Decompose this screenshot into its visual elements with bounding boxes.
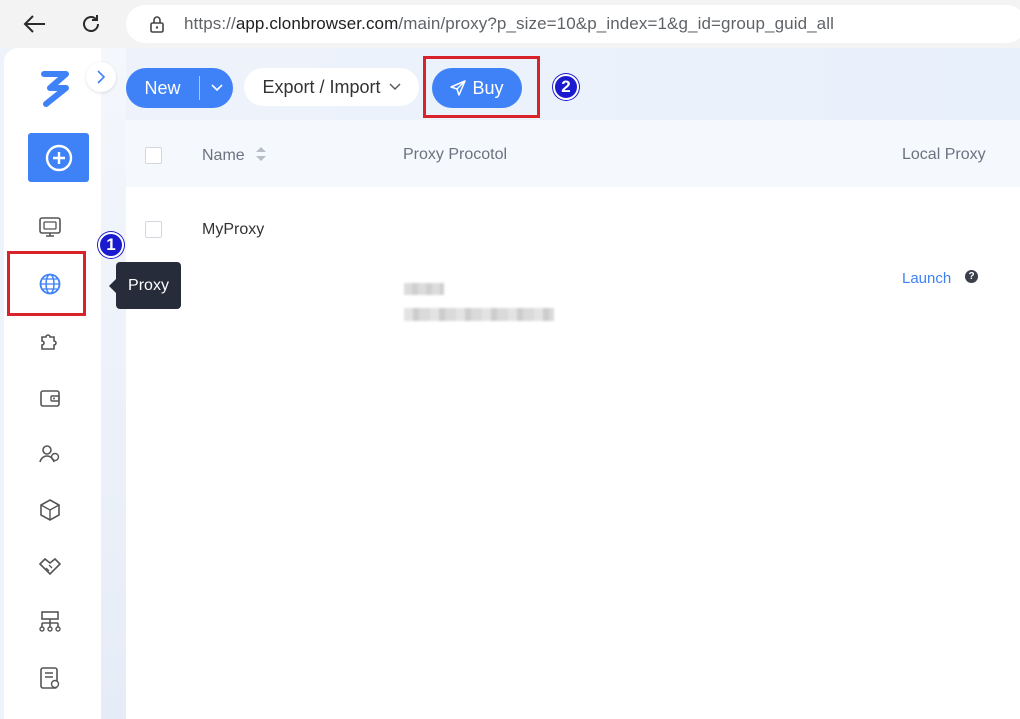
plus-circle-icon [45,144,72,171]
profiles-icon [39,217,61,237]
sidebar-gap [101,48,126,719]
buy-highlight-box [423,56,540,118]
app-area: New Export / Import Buy 2 Name Proxy Pro… [0,48,1020,719]
sidebar-item-extensions[interactable] [37,328,63,354]
launch-link[interactable]: Launch [902,270,951,287]
export-import-label: Export / Import [262,76,381,97]
new-button[interactable]: New [126,68,233,108]
row-checkbox[interactable] [145,221,162,238]
toolbar: New Export / Import Buy 2 [126,48,1020,120]
url-text: https://app.clonbrowser.com/main/proxy?p… [184,14,834,34]
step-2-badge: 2 [553,74,579,100]
sidebar [4,48,101,719]
sidebar-item-affiliate[interactable] [37,553,63,579]
column-protocol-header: Proxy Procotol [403,146,508,163]
package-icon [40,499,60,521]
add-profile-button[interactable] [28,133,89,182]
address-bar[interactable]: https://app.clonbrowser.com/main/proxy?p… [126,5,1020,43]
help-icon[interactable]: ? [965,270,978,283]
puzzle-icon [41,334,57,350]
export-import-button[interactable]: Export / Import [244,68,419,106]
sidebar-item-logs[interactable] [37,665,63,691]
team-icon [39,445,60,463]
column-name-header[interactable]: Name [202,146,267,165]
reload-button[interactable] [77,10,105,38]
chevron-down-icon [210,84,223,92]
select-all-checkbox[interactable] [145,147,162,164]
sidebar-item-profiles[interactable] [37,214,63,240]
column-name-label: Name [202,147,245,164]
network-icon [39,611,61,632]
new-button-label: New [144,77,181,98]
reload-icon [83,15,99,32]
sidebar-item-api[interactable] [37,609,63,635]
handshake-icon [38,557,62,576]
chevron-right-icon [97,70,106,84]
protocol-redacted [404,283,444,295]
url-host: app.clonbrowser.com [235,14,399,33]
sidebar-item-team[interactable] [37,441,63,467]
proxy-name: MyProxy [202,221,265,238]
proxy-tooltip: Proxy [109,262,181,309]
sidebar-item-package[interactable] [37,497,63,523]
log-icon [40,667,60,689]
sidebar-item-wallet[interactable] [37,385,63,411]
sort-icon[interactable] [255,146,267,162]
back-arrow-icon [23,15,45,33]
clonbrowser-logo [38,68,72,108]
wallet-icon [40,390,60,407]
sidebar-expand-button[interactable] [86,62,116,92]
column-local-proxy-header: Local Proxy [902,146,986,163]
back-button[interactable] [21,10,49,38]
proxy-highlight-box [7,251,86,316]
address-redacted [404,308,554,321]
proxy-table: Name Proxy Procotol Local Proxy MyProxy … [126,120,1020,719]
browser-toolbar: https://app.clonbrowser.com/main/proxy?p… [0,0,1020,48]
url-path: /main/proxy?p_size=10&p_index=1&g_id=gro… [398,14,834,33]
chevron-down-icon [389,83,401,90]
url-prefix: https:// [184,14,236,33]
step-1-badge: 1 [98,232,124,258]
table-header: Name Proxy Procotol Local Proxy [126,120,1020,187]
lock-icon [148,15,166,33]
new-dropdown-toggle[interactable] [200,84,233,92]
